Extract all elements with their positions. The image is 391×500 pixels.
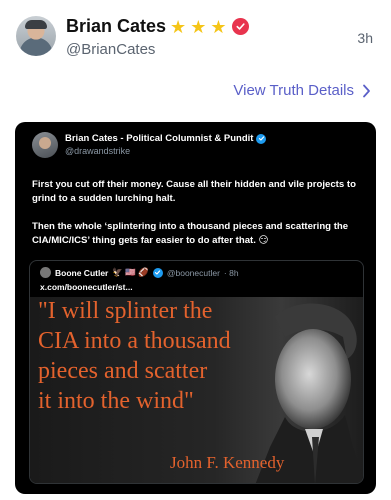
post-header: Brian Cates ★ ★ ★ @BrianCates 3h (16, 16, 375, 64)
view-details-label: View Truth Details (233, 82, 354, 99)
quote-line: it into the wind" (38, 388, 194, 414)
embed-author-name: Brian Cates - Political Columnist & Pund… (65, 133, 267, 144)
avatar[interactable] (16, 16, 56, 56)
quoted-post-time: · 8h (223, 267, 239, 278)
embed-author-name-text: Brian Cates - Political Columnist & Pund… (65, 133, 254, 144)
star-icon: ★ (190, 16, 207, 37)
embed-author-handle: @drawandstrike (65, 146, 131, 156)
embed-paragraph: Then the whole ‘splintering into a thous… (32, 221, 349, 246)
quote-line: "I will splinter the (38, 298, 213, 324)
user-handle[interactable]: @BrianCates (66, 41, 155, 58)
quoted-post-header: Boone Cutler 🦅 🇺🇸 🏈 @boonecutler · 8h (40, 267, 239, 278)
post-timestamp: 3h (357, 30, 373, 46)
embed-avatar (32, 132, 58, 158)
chevron-right-icon (363, 84, 370, 97)
embedded-post-image[interactable]: Brian Cates - Political Columnist & Pund… (15, 122, 376, 494)
star-icon: ★ (170, 16, 187, 37)
verified-badge-icon (232, 18, 250, 35)
embed-paragraph: First you cut off their money. Cause all… (32, 179, 356, 204)
embed-post-text: First you cut off their money. Cause all… (32, 178, 362, 248)
quoted-post-link: x.com/boonecutler/st... (40, 282, 133, 292)
display-name[interactable]: Brian Cates (66, 16, 166, 37)
verified-check-icon (152, 267, 163, 278)
quoted-author-name: Boone Cutler (55, 267, 109, 278)
quote-image: "I will splinter the CIA into a thousand… (30, 297, 363, 483)
name-row: Brian Cates ★ ★ ★ (66, 16, 250, 37)
quoted-author-handle: @boonecutler (166, 267, 220, 278)
quote-line: CIA into a thousand (38, 328, 231, 354)
quoted-avatar (40, 267, 51, 278)
verified-check-icon (256, 133, 267, 144)
star-icon: ★ (210, 16, 227, 37)
quote-author: John F. Kennedy (170, 453, 285, 472)
quoted-author-emojis: 🦅 🇺🇸 🏈 (112, 267, 149, 277)
view-truth-details-link[interactable]: View Truth Details (233, 82, 371, 99)
quote-line: pieces and scatter (38, 358, 208, 384)
quoted-post: Boone Cutler 🦅 🇺🇸 🏈 @boonecutler · 8h x.… (29, 260, 364, 484)
